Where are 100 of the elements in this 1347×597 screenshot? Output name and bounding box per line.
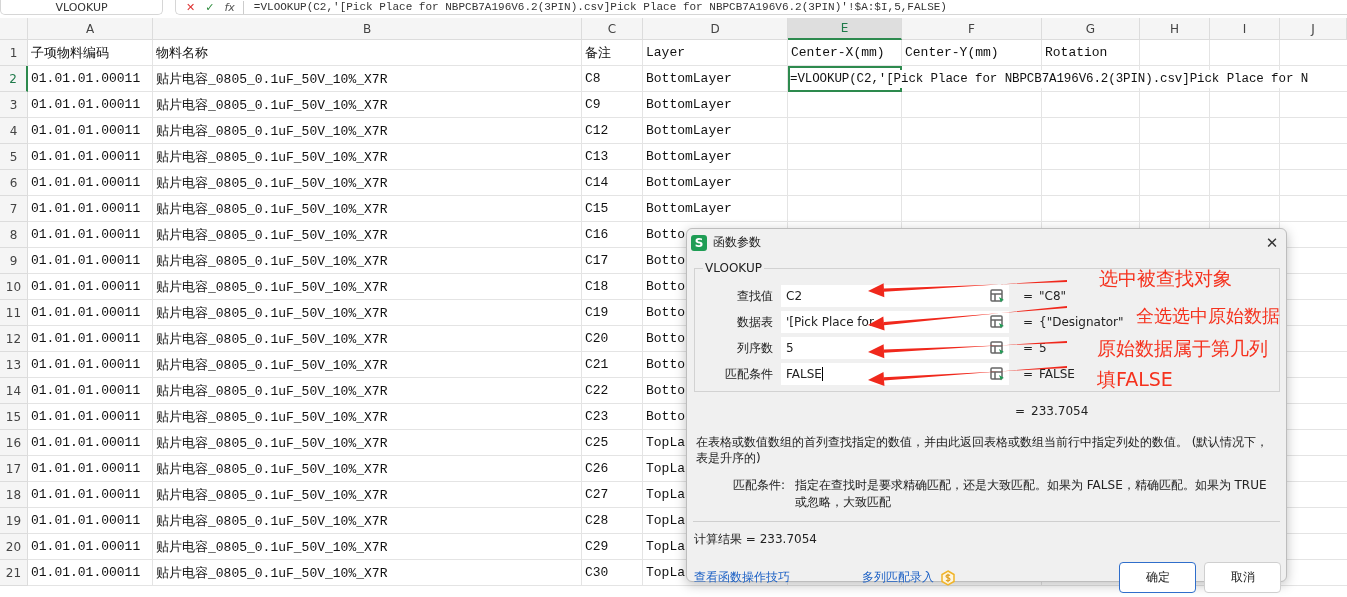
column-header[interactable]: H — [1140, 18, 1210, 40]
table-cell-text: 贴片电容_0805_0.1uF_50V_10%_X7R — [156, 200, 388, 218]
table-cell-text: 贴片电容_0805_0.1uF_50V_10%_X7R — [156, 538, 388, 556]
table-cell: 01.01.01.00011 — [31, 201, 141, 216]
table-cell: C12 — [585, 123, 609, 138]
table-cell: 01.01.01.00011 — [31, 149, 141, 164]
column-header[interactable]: J — [1280, 18, 1347, 40]
equals-sign: = — [1015, 404, 1026, 418]
column-header[interactable]: F — [902, 18, 1042, 40]
range-picker-icon[interactable] — [990, 289, 1005, 303]
argument-field[interactable]: '[Pick Place for — [781, 311, 1009, 333]
row-header[interactable]: 20 — [0, 534, 28, 560]
row-header[interactable]: 6 — [0, 170, 28, 196]
column-header[interactable]: A — [28, 18, 153, 40]
row-header[interactable]: 14 — [0, 378, 28, 404]
table-cell: C23 — [585, 409, 609, 424]
column-header[interactable]: I — [1210, 18, 1280, 40]
cancel-icon[interactable]: ✕ — [186, 0, 196, 14]
help-link[interactable]: 多列匹配录入 — [862, 569, 934, 586]
table-cell: 01.01.01.00011 — [31, 487, 141, 502]
table-cell: BottomLayer — [646, 97, 732, 112]
table-cell: 01.01.01.00011 — [31, 123, 141, 138]
formula-result: 233.7054 — [1031, 404, 1089, 418]
range-picker-icon[interactable] — [990, 367, 1005, 381]
row-header[interactable]: 10 — [0, 274, 28, 300]
column-header[interactable]: E — [788, 18, 902, 40]
table-cell: TopLa — [646, 461, 685, 476]
name-box[interactable]: VLOOKUP — [0, 0, 163, 15]
column-header[interactable]: G — [1042, 18, 1140, 40]
table-cell: Botto — [646, 357, 685, 372]
table-cell: C21 — [585, 357, 609, 372]
range-picker-icon[interactable] — [990, 341, 1005, 355]
dialog-button[interactable]: 取消 — [1204, 562, 1281, 593]
table-cell: 01.01.01.00011 — [31, 383, 141, 398]
dialog-button[interactable]: 确定 — [1119, 562, 1196, 593]
row-header[interactable]: 17 — [0, 456, 28, 482]
function-description: 在表格或数值数组的首列查找指定的数值，并由此返回表格或数组当前行中指定列处的数值。 (默认情况下，表是升序的) — [696, 434, 1270, 466]
argument-result: FALSE — [1039, 367, 1075, 381]
row-header[interactable]: 9 — [0, 248, 28, 274]
table-cell-text: 贴片电容_0805_0.1uF_50V_10%_X7R — [156, 304, 388, 322]
table-cell: Botto — [646, 305, 685, 320]
formula-text: =VLOOKUP(C2,'[Pick Place for NBPCB7A196V6.2(3PIN).csv]Pick Place for N — [790, 69, 1309, 88]
table-cell-text: 贴片电容_0805_0.1uF_50V_10%_X7R — [156, 408, 388, 426]
function-name: VLOOKUP — [703, 261, 764, 275]
row-header[interactable]: 16 — [0, 430, 28, 456]
table-cell: TopLa — [646, 513, 685, 528]
table-cell: Botto — [646, 409, 685, 424]
equals-sign: = — [1023, 315, 1035, 329]
row-header[interactable]: 4 — [0, 118, 28, 144]
column-header[interactable]: C — [582, 18, 643, 40]
argument-label: 匹配条件 — [724, 365, 774, 383]
table-cell: BottomLayer — [646, 123, 732, 138]
row-header[interactable]: 19 — [0, 508, 28, 534]
table-cell: 01.01.01.00011 — [31, 279, 141, 294]
table-cell-text: 贴片电容_0805_0.1uF_50V_10%_X7R — [156, 174, 388, 192]
table-cell: BottomLayer — [646, 201, 732, 216]
row-header[interactable]: 18 — [0, 482, 28, 508]
row-header[interactable]: 13 — [0, 352, 28, 378]
table-cell-text: 子项物料编码 — [31, 44, 109, 62]
table-cell: TopLa — [646, 539, 685, 554]
table-cell: 01.01.01.00011 — [31, 331, 141, 346]
row-header[interactable]: 7 — [0, 196, 28, 222]
row-header[interactable]: 2 — [0, 66, 28, 92]
row-header[interactable]: 12 — [0, 326, 28, 352]
table-cell-text: 贴片电容_0805_0.1uF_50V_10%_X7R — [156, 226, 388, 244]
argument-field[interactable]: FALSE — [781, 363, 1009, 385]
range-picker-icon[interactable] — [990, 315, 1005, 329]
parameter-name: 匹配条件: — [733, 477, 787, 494]
table-cell: C30 — [585, 565, 609, 580]
annotation-text: 选中被查找对象 — [1099, 266, 1232, 290]
close-button[interactable]: ✕ — [1258, 230, 1286, 255]
argument-label: 查找值 — [736, 287, 774, 305]
table-cell: C22 — [585, 383, 609, 398]
table-cell-text: 贴片电容_0805_0.1uF_50V_10%_X7R — [156, 330, 388, 348]
table-cell-text: 贴片电容_0805_0.1uF_50V_10%_X7R — [156, 382, 388, 400]
row-header[interactable]: 3 — [0, 92, 28, 118]
row-header[interactable]: 15 — [0, 404, 28, 430]
row-header[interactable]: 1 — [0, 40, 28, 66]
table-cell: C27 — [585, 487, 609, 502]
table-cell-text: 贴片电容_0805_0.1uF_50V_10%_X7R — [156, 278, 388, 296]
table-cell: TopLa — [646, 435, 685, 450]
argument-field[interactable]: C2 — [781, 285, 1009, 307]
table-cell: Botto — [646, 253, 685, 268]
computed-result: 计算结果 = 233.7054 — [694, 531, 818, 548]
row-header[interactable]: 11 — [0, 300, 28, 326]
argument-field[interactable]: 5 — [781, 337, 1009, 359]
help-link[interactable]: 查看函数操作技巧 — [694, 569, 790, 586]
confirm-icon[interactable]: ✓ — [205, 0, 215, 14]
table-cell-text: 贴片电容_0805_0.1uF_50V_10%_X7R — [156, 70, 388, 88]
row-header[interactable]: 21 — [0, 560, 28, 586]
column-header[interactable]: D — [643, 18, 788, 40]
equals-sign: = — [1023, 341, 1035, 355]
row-header[interactable]: 5 — [0, 144, 28, 170]
column-header[interactable]: B — [153, 18, 582, 40]
table-cell: BottomLayer — [646, 71, 732, 86]
formula-bar[interactable]: ✕ ✓ fx =VLOOKUP(C2,'[Pick Place for NBPCB7A196V6.2(3PIN).csv]Pick Place for NBPCB7A196V6.2(3PIN)'!$A:$I,5,FALSE) — [175, 0, 1347, 15]
table-cell: 01.01.01.00011 — [31, 461, 141, 476]
table-cell: BottomLayer — [646, 175, 732, 190]
dialog-title: 函数参数 — [713, 234, 762, 251]
row-header[interactable]: 8 — [0, 222, 28, 248]
